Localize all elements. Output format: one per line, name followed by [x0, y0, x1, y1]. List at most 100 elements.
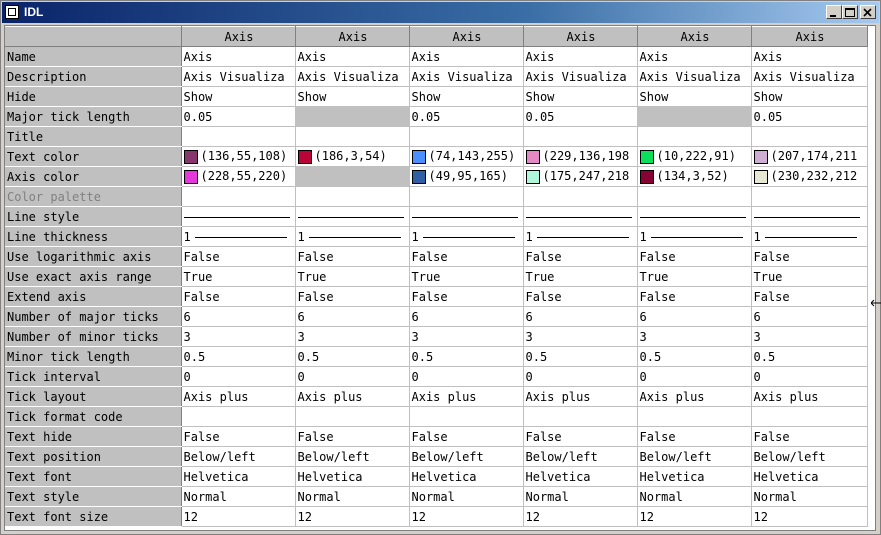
- property-cell[interactable]: (175,247,218: [523, 166, 638, 187]
- property-cell[interactable]: Axis: [523, 46, 638, 67]
- property-cell[interactable]: Below/left: [637, 446, 752, 467]
- column-header[interactable]: Axis: [181, 26, 296, 47]
- property-cell[interactable]: 0: [181, 366, 296, 387]
- property-cell[interactable]: [751, 186, 868, 207]
- property-cell[interactable]: (230,232,212: [751, 166, 868, 187]
- property-cell[interactable]: [751, 406, 868, 427]
- property-cell[interactable]: [637, 206, 752, 227]
- property-cell[interactable]: Axis: [637, 46, 752, 67]
- maximize-button[interactable]: [842, 5, 858, 19]
- property-cell[interactable]: True: [181, 266, 296, 287]
- property-cell[interactable]: 0: [409, 366, 524, 387]
- property-cell[interactable]: 3: [409, 326, 524, 347]
- property-cell[interactable]: False: [523, 426, 638, 447]
- color-swatch[interactable]: [411, 149, 426, 164]
- property-cell[interactable]: 0.05: [409, 106, 524, 127]
- color-swatch[interactable]: [525, 149, 540, 164]
- color-swatch[interactable]: [183, 149, 198, 164]
- property-cell[interactable]: 6: [409, 306, 524, 327]
- property-cell[interactable]: True: [409, 266, 524, 287]
- color-swatch[interactable]: [297, 149, 312, 164]
- row-header[interactable]: Text hide: [5, 426, 182, 447]
- property-cell[interactable]: (228,55,220): [181, 166, 296, 187]
- property-cell[interactable]: Show: [409, 86, 524, 107]
- property-cell[interactable]: False: [751, 286, 868, 307]
- property-cell[interactable]: 0.05: [523, 106, 638, 127]
- column-header[interactable]: Axis: [409, 26, 524, 47]
- property-cell[interactable]: (207,174,211: [751, 146, 868, 167]
- close-button[interactable]: [860, 5, 876, 19]
- property-cell[interactable]: 12: [523, 506, 638, 527]
- property-cell[interactable]: True: [751, 266, 868, 287]
- property-cell[interactable]: 1: [295, 226, 410, 247]
- property-cell[interactable]: False: [637, 286, 752, 307]
- property-cell[interactable]: Below/left: [523, 446, 638, 467]
- row-header[interactable]: Tick format code: [5, 406, 182, 427]
- property-cell[interactable]: [523, 186, 638, 207]
- property-cell[interactable]: Helvetica: [181, 466, 296, 487]
- property-cell[interactable]: Normal: [637, 486, 752, 507]
- row-header[interactable]: Axis color: [5, 166, 182, 187]
- property-cell[interactable]: 12: [637, 506, 752, 527]
- row-header[interactable]: Number of minor ticks: [5, 326, 182, 347]
- property-cell[interactable]: 6: [181, 306, 296, 327]
- property-cell[interactable]: 0: [751, 366, 868, 387]
- property-cell[interactable]: 1: [637, 226, 752, 247]
- property-cell[interactable]: Show: [523, 86, 638, 107]
- property-cell[interactable]: False: [523, 246, 638, 267]
- property-cell[interactable]: Show: [637, 86, 752, 107]
- property-cell[interactable]: [295, 126, 410, 147]
- property-cell[interactable]: Axis plus: [637, 386, 752, 407]
- property-cell[interactable]: (229,136,198: [523, 146, 638, 167]
- property-cell[interactable]: 0.5: [637, 346, 752, 367]
- property-cell[interactable]: [523, 406, 638, 427]
- row-header[interactable]: Text font size: [5, 506, 182, 527]
- property-cell[interactable]: 0: [295, 366, 410, 387]
- property-cell[interactable]: Axis: [181, 46, 296, 67]
- property-cell[interactable]: [409, 186, 524, 207]
- property-cell[interactable]: 0.5: [181, 346, 296, 367]
- minimize-button[interactable]: [826, 5, 842, 19]
- color-swatch[interactable]: [639, 149, 654, 164]
- property-cell[interactable]: 0: [637, 366, 752, 387]
- property-cell[interactable]: 12: [751, 506, 868, 527]
- property-cell[interactable]: Normal: [295, 486, 410, 507]
- property-cell[interactable]: [181, 206, 296, 227]
- row-header[interactable]: Title: [5, 126, 182, 147]
- row-header[interactable]: Line style: [5, 206, 182, 227]
- property-cell[interactable]: False: [637, 246, 752, 267]
- property-cell[interactable]: Helvetica: [409, 466, 524, 487]
- title-bar[interactable]: IDL: [2, 2, 879, 23]
- property-cell[interactable]: Normal: [409, 486, 524, 507]
- property-cell[interactable]: 0.05: [181, 106, 296, 127]
- color-swatch[interactable]: [411, 169, 426, 184]
- property-cell[interactable]: Axis: [409, 46, 524, 67]
- property-cell[interactable]: 1: [523, 226, 638, 247]
- property-cell[interactable]: Axis Visualiza: [637, 66, 752, 87]
- row-header[interactable]: Text color: [5, 146, 182, 167]
- column-header[interactable]: Axis: [523, 26, 638, 47]
- row-header[interactable]: Text font: [5, 466, 182, 487]
- property-cell[interactable]: (186,3,54): [295, 146, 410, 167]
- property-cell[interactable]: (10,222,91): [637, 146, 752, 167]
- property-cell[interactable]: 3: [637, 326, 752, 347]
- property-cell[interactable]: 6: [751, 306, 868, 327]
- property-cell[interactable]: (136,55,108): [181, 146, 296, 167]
- property-cell[interactable]: 0.5: [295, 346, 410, 367]
- property-cell[interactable]: Axis Visualiza: [181, 66, 296, 87]
- property-cell[interactable]: False: [409, 246, 524, 267]
- property-cell[interactable]: (74,143,255): [409, 146, 524, 167]
- property-cell[interactable]: Show: [295, 86, 410, 107]
- property-cell[interactable]: False: [751, 426, 868, 447]
- property-cell[interactable]: 0.05: [751, 106, 868, 127]
- property-cell[interactable]: Normal: [751, 486, 868, 507]
- property-cell[interactable]: Axis Visualiza: [523, 66, 638, 87]
- property-cell[interactable]: [523, 206, 638, 227]
- property-cell[interactable]: Below/left: [181, 446, 296, 467]
- property-cell[interactable]: [409, 126, 524, 147]
- property-cell[interactable]: [637, 186, 752, 207]
- row-header[interactable]: Name: [5, 46, 182, 67]
- property-cell[interactable]: [295, 206, 410, 227]
- property-cell[interactable]: False: [295, 246, 410, 267]
- property-sheet[interactable]: Axis Axis Axis Axis Axis Axis Name Axis Axis Axi…: [4, 25, 876, 531]
